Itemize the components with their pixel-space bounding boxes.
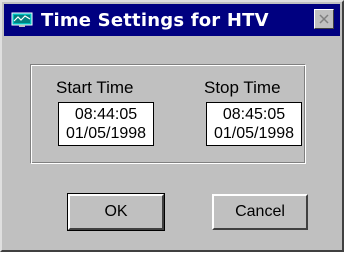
stop-date-value: 01/05/1998 xyxy=(213,125,295,142)
start-time-field[interactable]: 08:44:05 01/05/1998 xyxy=(58,102,154,146)
stop-time-field[interactable]: 08:45:05 01/05/1998 xyxy=(206,102,302,146)
stop-time-value: 08:45:05 xyxy=(222,106,286,123)
title-bar[interactable]: Time Settings for HTV xyxy=(4,4,340,36)
dialog-window: Time Settings for HTV Start Time 08:44:0… xyxy=(0,0,344,252)
monitor-app-icon xyxy=(11,12,33,28)
start-date-value: 01/05/1998 xyxy=(65,125,147,142)
window-title: Time Settings for HTV xyxy=(41,9,269,31)
close-button[interactable] xyxy=(314,9,334,29)
cancel-button[interactable]: Cancel xyxy=(212,194,308,230)
ok-button[interactable]: OK xyxy=(67,193,165,231)
close-icon xyxy=(319,14,329,24)
start-time-value: 08:44:05 xyxy=(74,106,138,123)
start-time-label: Start Time xyxy=(56,78,134,97)
stop-time-label: Stop Time xyxy=(204,78,281,97)
